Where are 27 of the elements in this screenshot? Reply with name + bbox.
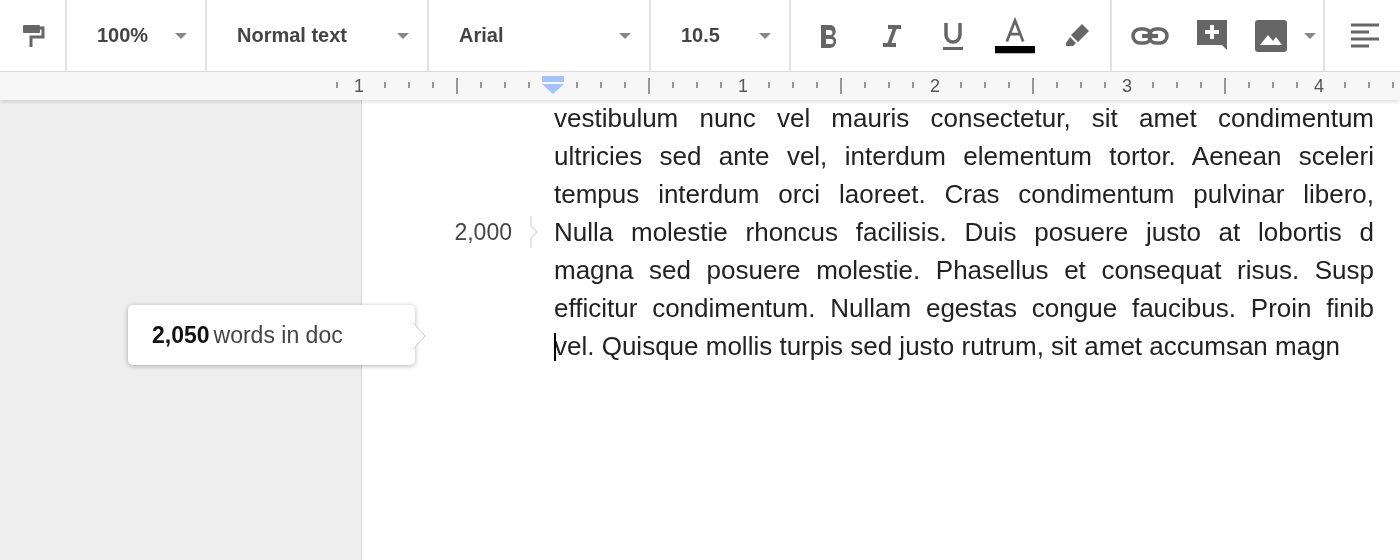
ruler-number: 2	[930, 76, 940, 96]
ruler-number: 1	[354, 76, 364, 96]
toolbar-dropdown[interactable]: 100%	[67, 0, 205, 71]
text-color-icon[interactable]	[995, 15, 1035, 56]
caret-icon	[759, 32, 771, 39]
text-line: vestibulum nunc vel mauris consectetur, sit amet condimentum	[554, 102, 1374, 134]
caret-icon	[175, 32, 187, 39]
word-count-tooltip: 2,050 words in doc	[128, 305, 415, 365]
text-line: tempus interdum orci laoreet. Cras condimentum pulvinar libero,	[554, 178, 1374, 210]
toolbar-dropdown[interactable]: 10.5	[651, 0, 789, 71]
tooltip-pointer	[413, 323, 427, 349]
ruler-number: 4	[1314, 76, 1324, 96]
indent-marker-icon[interactable]	[542, 76, 564, 94]
toolbar-dropdown[interactable]: Arial	[429, 0, 649, 71]
word-count-marker: 2,000	[454, 218, 512, 246]
text-line: vel. Quisque mollis turpis sed justo rutrum, sit amet accumsan magn	[554, 330, 1342, 362]
ruler-number: 1	[738, 76, 748, 96]
text-cursor	[554, 332, 556, 361]
caret-icon	[619, 32, 631, 39]
text-line: efficitur condimentum. Nullam egestas congue faucibus. Proin finib	[554, 292, 1374, 324]
text-line: Nulla molestie rhoncus facilisis. Duis posuere justo at lobortis d	[554, 216, 1374, 248]
ruler-number: 3	[1122, 76, 1132, 96]
caret-icon	[397, 32, 409, 39]
toolbar-dropdown[interactable]: Normal text	[207, 0, 427, 71]
text-line: ultricies sed ante vel, interdum elementum tortor. Aenean sceleri	[554, 140, 1374, 172]
marker-chevron-icon	[530, 216, 538, 248]
text-line: magna sed posuere molestie. Phasellus et consequat risus. Susp	[554, 254, 1374, 286]
